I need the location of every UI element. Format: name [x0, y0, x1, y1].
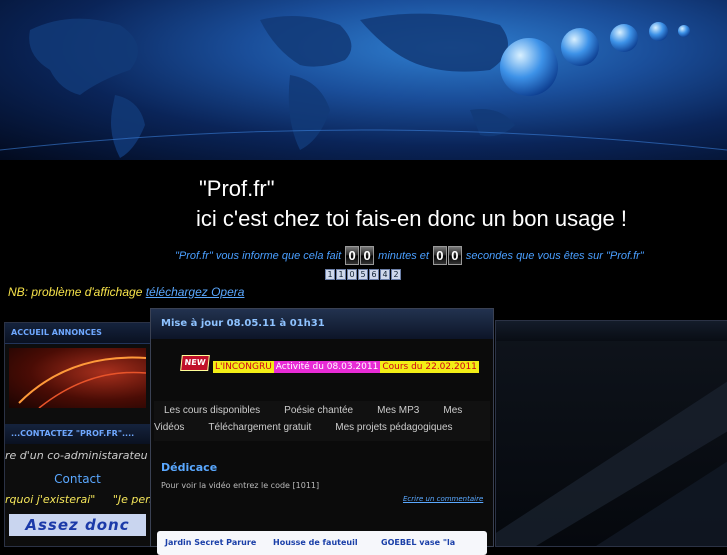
counter-prefix: "Prof.fr" vous informe que cela fait [175, 249, 342, 262]
quote-part-b: "Je pen [112, 493, 150, 506]
minutes-digit: 0 [345, 246, 360, 265]
counter-suffix: secondes que vous êtes sur "Prof.fr" [465, 249, 644, 262]
header-banner [0, 0, 727, 160]
site-tagline: ici c'est chez toi fais-en donc un bon u… [196, 206, 628, 231]
new-badge-row: NEW [180, 355, 210, 371]
quote-part-a: rquoi j'existerai" [5, 493, 96, 506]
minutes-display: 0 0 [345, 246, 375, 265]
comment-link[interactable]: Ecrire un commentaire [403, 495, 483, 503]
time-counter: "Prof.fr" vous informe que cela fait 0 0… [175, 246, 644, 265]
sidebar-marquee: re d'un co-administarateu [5, 449, 148, 462]
nav-row-1: Les cours disponibles Poésie chantée Mes… [164, 405, 486, 416]
orb-small [610, 24, 638, 52]
minutes-digit: 0 [360, 246, 375, 265]
ticker-item[interactable]: Activité du 08.03.2011 [273, 361, 381, 373]
nav-item-telechargement[interactable]: Téléchargement gratuit [208, 422, 311, 433]
right-panel [495, 320, 727, 547]
hit-digit: 0 [347, 269, 357, 280]
ticker-item[interactable]: Cours du 22.02.2011 [380, 361, 479, 373]
display-notice: NB: problème d'affichage téléchargez Ope… [8, 285, 244, 299]
product-link[interactable]: Jardin Secret Parure [165, 538, 256, 547]
left-sidebar: ACCUEIL ANNONCES ...CONTACTEZ "PROF.FR".… [4, 322, 151, 547]
main-content: Mise à jour 08.05.11 à 01h31 NEW L'INCON… [150, 308, 494, 555]
sidebar-contact-title[interactable]: ...CONTACTEZ "PROF.FR".... [5, 424, 150, 444]
sidebar-quote-marquee: rquoi j'existerai" "Je pen [5, 492, 150, 508]
hit-digit: 2 [391, 269, 401, 280]
nav-item-poesie[interactable]: Poésie chantée [284, 405, 353, 416]
opera-download-link[interactable]: téléchargez Opera [146, 285, 245, 299]
hit-digit: 1 [336, 269, 346, 280]
nav-item-projets[interactable]: Mes projets pédagogiques [335, 422, 452, 433]
news-ticker[interactable]: L'INCONGRU Activité du 08.03.2011 Cours … [213, 361, 479, 373]
nav-menu: Les cours disponibles Poésie chantée Mes… [154, 401, 490, 441]
hit-digit: 5 [358, 269, 368, 280]
nav-row-2: Vidéos Téléchargement gratuit Mes projet… [154, 422, 477, 433]
nav-item-videos[interactable]: Vidéos [154, 422, 184, 433]
notice-text: NB: problème d'affichage [8, 285, 143, 299]
dedicace-text: Pour voir la vidéo entrez le code [1011] [161, 481, 320, 490]
orb-large [500, 38, 558, 96]
nav-item-cours[interactable]: Les cours disponibles [164, 405, 260, 416]
swoosh-graphic [18, 356, 146, 408]
orb-medium [561, 28, 599, 66]
site-title: "Prof.fr" [199, 176, 275, 201]
sidebar-banner[interactable]: Assez donc [9, 514, 146, 536]
ticker-item[interactable]: L'INCONGRU [213, 361, 274, 373]
product-link[interactable]: GOEBEL vase "la [381, 538, 455, 547]
product-link[interactable]: Housse de fauteuil [273, 538, 358, 547]
sidebar-image [9, 348, 146, 408]
update-title: Mise à jour 08.05.11 à 01h31 [151, 309, 493, 339]
nav-item-mes[interactable]: Mes [443, 405, 462, 416]
nav-item-mp3[interactable]: Mes MP3 [377, 405, 419, 416]
right-panel-graphic [496, 381, 727, 546]
new-badge: NEW [180, 355, 210, 371]
hit-digit: 1 [325, 269, 335, 280]
product-links: Jardin Secret Parure Housse de fauteuil … [157, 531, 487, 555]
dedicace-title: Dédicace [161, 461, 218, 474]
counter-middle: minutes et [378, 249, 429, 262]
orb-tiniest [678, 25, 690, 37]
seconds-digit: 0 [447, 246, 462, 265]
hit-digit: 6 [369, 269, 379, 280]
seconds-digit: 0 [432, 246, 447, 265]
sidebar-section-title[interactable]: ACCUEIL ANNONCES [5, 323, 150, 344]
orb-tiny [649, 22, 668, 41]
hit-digit: 4 [380, 269, 390, 280]
hit-counter: 1 1 0 5 6 4 2 [325, 269, 401, 280]
seconds-display: 0 0 [432, 246, 462, 265]
contact-link[interactable]: Contact [5, 470, 150, 488]
